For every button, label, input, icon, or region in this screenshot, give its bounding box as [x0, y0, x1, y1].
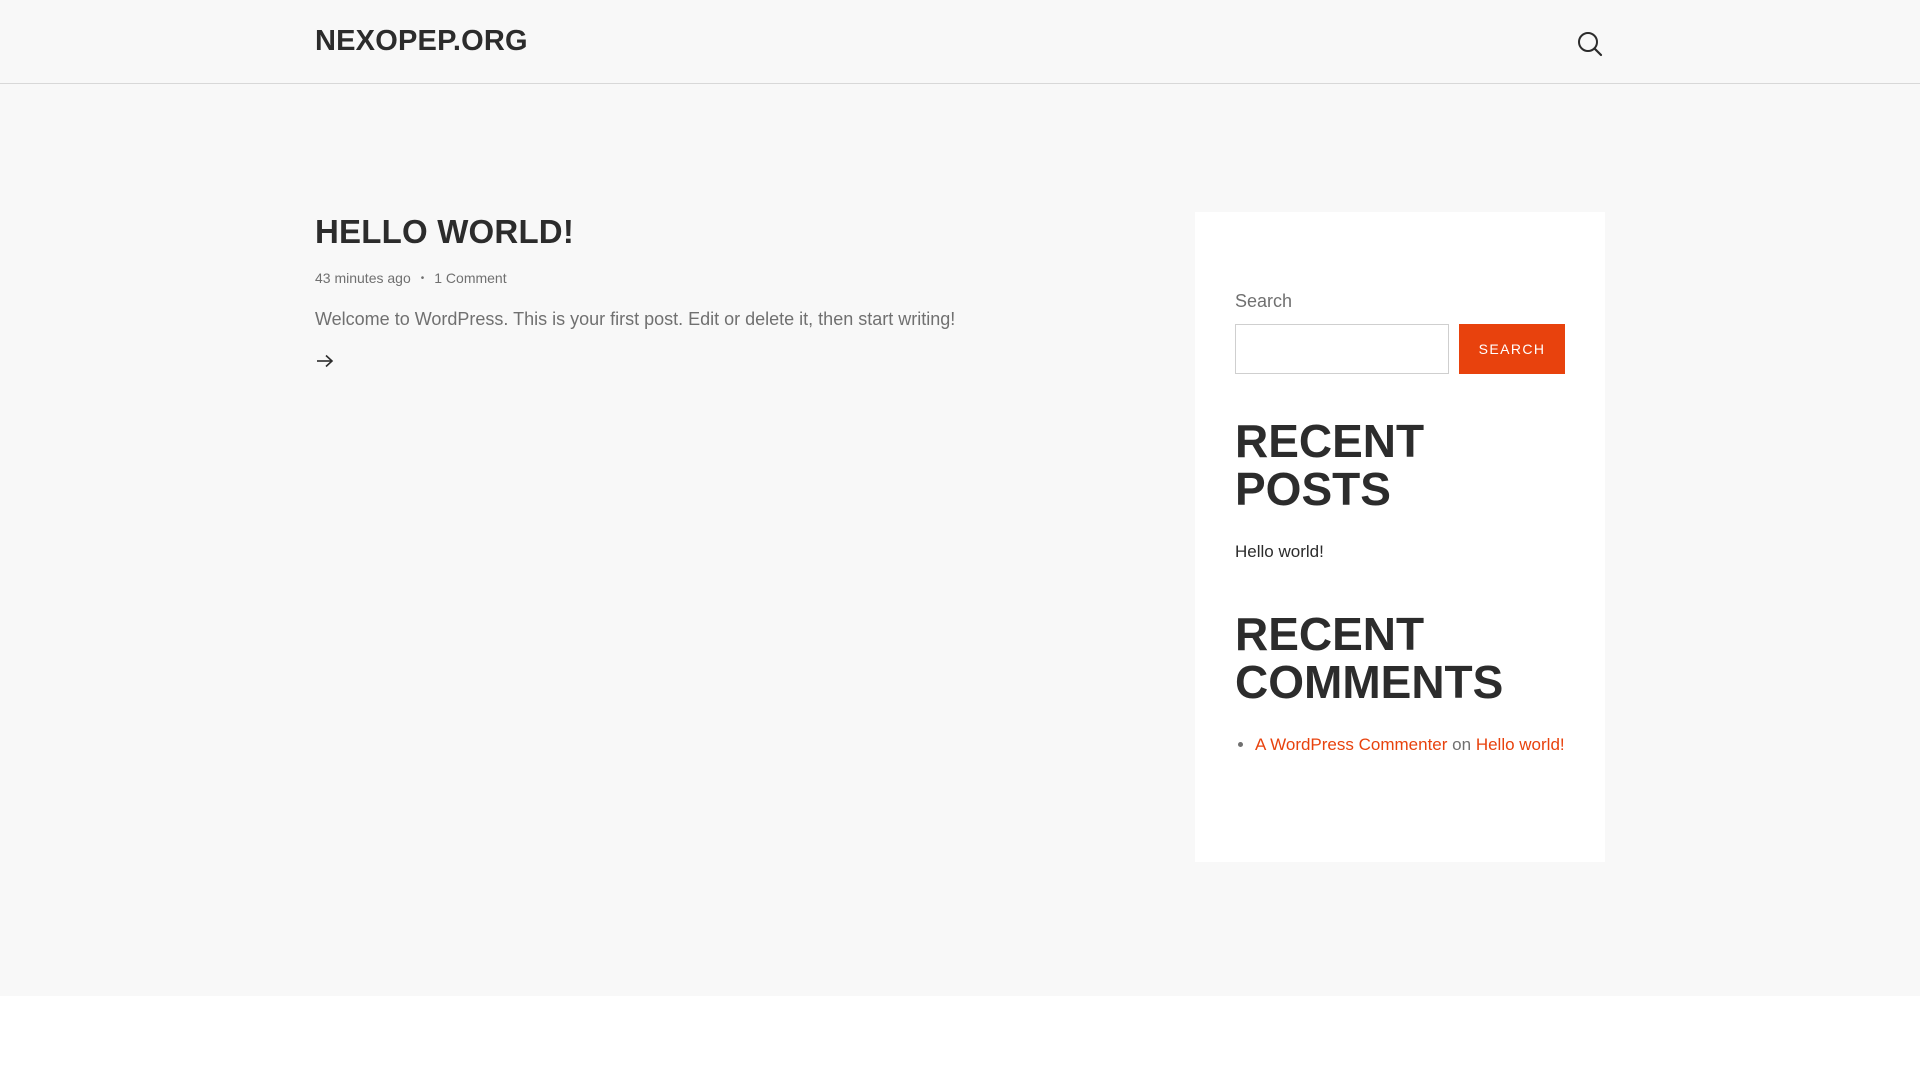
- search-toggle-button[interactable]: [1576, 30, 1604, 58]
- comment-author-link[interactable]: A WordPress Commenter: [1255, 735, 1447, 754]
- meta-separator: •: [420, 272, 425, 284]
- recent-comments-list: A WordPress Commenter on Hello world!: [1235, 730, 1565, 760]
- recent-posts-title: RECENT POSTS: [1235, 415, 1425, 515]
- recent-comment-item: A WordPress Commenter on Hello world!: [1255, 730, 1565, 760]
- recent-comments-title: RECENT COMMENTS: [1235, 608, 1504, 708]
- site-title-link[interactable]: NEXOPEP.ORG: [315, 25, 528, 58]
- search-icon: [1578, 32, 1603, 57]
- search-form: SEARCH: [1235, 324, 1565, 374]
- search-input[interactable]: [1235, 324, 1449, 374]
- page: NEXOPEP.ORG HELLO WORLD! 43 minutes ago …: [0, 0, 1920, 1080]
- site-header: NEXOPEP.ORG: [0, 0, 1920, 84]
- read-more-link[interactable]: [315, 353, 335, 369]
- sidebar-inner: Search SEARCH RECENT POSTS Hello world! …: [1235, 290, 1565, 760]
- search-button[interactable]: SEARCH: [1459, 324, 1565, 374]
- post-card: HELLO WORLD! 43 minutes ago • 1 Comment …: [315, 210, 1015, 374]
- comment-connector: on: [1452, 735, 1472, 754]
- post-time: 43 minutes ago: [315, 270, 411, 286]
- recent-post-item: Hello world!: [1235, 540, 1565, 564]
- post-title[interactable]: HELLO WORLD!: [315, 210, 1015, 254]
- post-comments-link[interactable]: 1 Comment: [434, 270, 506, 286]
- recent-post-link[interactable]: Hello world!: [1235, 542, 1324, 561]
- search-label: Search: [1235, 291, 1293, 311]
- recent-posts-list: Hello world!: [1235, 540, 1565, 564]
- sidebar: Search SEARCH RECENT POSTS Hello world! …: [1195, 212, 1605, 862]
- post-excerpt: Welcome to WordPress. This is your first…: [315, 309, 956, 329]
- comment-post-link[interactable]: Hello world!: [1476, 735, 1565, 754]
- site-area: NEXOPEP.ORG HELLO WORLD! 43 minutes ago …: [0, 0, 1920, 996]
- post-meta: 43 minutes ago • 1 Comment: [315, 270, 1015, 286]
- arrow-right-icon: [317, 354, 334, 368]
